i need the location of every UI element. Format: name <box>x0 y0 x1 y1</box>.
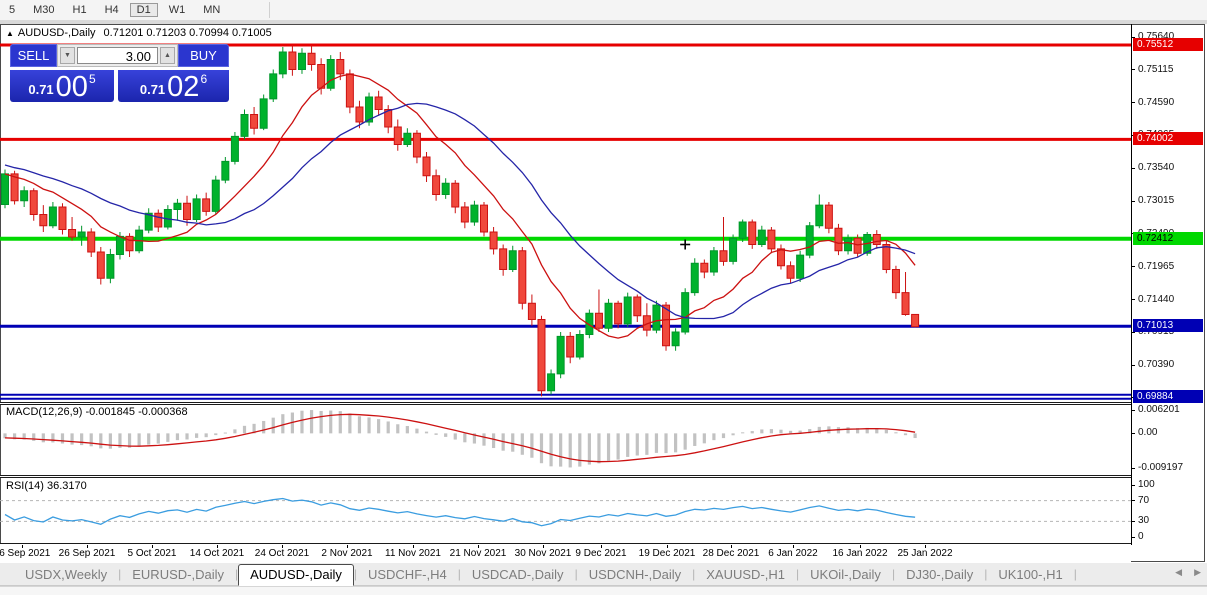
tab-scroll-left-icon[interactable]: ◀ <box>1175 567 1182 578</box>
collapse-arrow-icon[interactable]: ▲ <box>6 29 14 38</box>
rsi-axis-label: 0 <box>1138 531 1144 542</box>
price-tag: 0.74002 <box>1133 132 1203 145</box>
sell-price-prefix: 0.71 <box>28 82 54 97</box>
rsi-axis-label: 30 <box>1138 515 1150 526</box>
date-axis-label: 2 Nov 2021 <box>321 548 373 559</box>
tab-usdxweekly[interactable]: USDX,Weekly <box>14 565 118 585</box>
date-axis-label: 24 Oct 2021 <box>254 548 310 559</box>
tab-dj30daily[interactable]: DJ30-,Daily <box>895 565 984 585</box>
price-axis-tick <box>1131 365 1135 366</box>
price-tag: 0.75512 <box>1133 38 1203 51</box>
macd-axis-label: -0.009197 <box>1138 462 1184 473</box>
buy-price-prefix: 0.71 <box>139 82 166 97</box>
tab-uk100h1[interactable]: UK100-,H1 <box>987 565 1073 585</box>
buy-price-quote[interactable]: 0.71 02 6 <box>118 70 229 102</box>
tab-xauusdh1[interactable]: XAUUSD-,H1 <box>695 565 796 585</box>
price-axis-tick <box>1131 102 1135 103</box>
volume-increase-icon[interactable]: ▲ <box>160 47 175 64</box>
rsi-axis-tick <box>1131 521 1135 522</box>
volume-input[interactable]: 3.00 <box>77 47 158 64</box>
tab-eurusddaily[interactable]: EURUSD-,Daily <box>121 565 235 585</box>
chart-title: ▲ AUDUSD-,Daily 0.71201 0.71203 0.70994 0.… <box>6 27 272 39</box>
date-axis-label: 25 Jan 2022 <box>897 548 953 559</box>
one-click-trade-panel: SELL ▼ 3.00 ▲ BUY 0.71 00 5 0.71 02 6 <box>10 44 229 102</box>
timeframe-toolbar: 5 M30 H1 H4 D1 W1 MN <box>0 0 1207 21</box>
volume-decrease-icon[interactable]: ▼ <box>60 47 75 64</box>
tab-separator: | <box>1073 567 1077 581</box>
macd-axis-tick <box>1131 468 1135 469</box>
macd-axis-label: 0.00 <box>1138 427 1158 438</box>
tab-usdchfh4[interactable]: USDCHF-,H4 <box>357 565 458 585</box>
price-axis-label: 0.75115 <box>1138 64 1174 75</box>
macd-axis-tick <box>1131 410 1135 411</box>
macd-indicator-label: MACD(12,26,9) -0.001845 -0.000368 <box>6 406 188 418</box>
macd-axis-tick <box>1131 433 1135 434</box>
price-axis-tick <box>1131 266 1135 267</box>
date-axis-label: 14 Oct 2021 <box>189 548 245 559</box>
sell-price-big: 00 <box>55 71 88 103</box>
price-axis-tick <box>1131 69 1135 70</box>
price-axis-label: 0.73540 <box>1138 162 1175 173</box>
timeframe-button-h1[interactable]: H1 <box>66 3 94 17</box>
price-axis-tick <box>1131 168 1135 169</box>
date-axis-label: 26 Sep 2021 <box>58 548 116 559</box>
tab-ukoildaily[interactable]: UKOil-,Daily <box>799 565 892 585</box>
price-tag: 0.72412 <box>1133 232 1203 245</box>
price-axis-tick <box>1131 332 1135 333</box>
tab-usdcnhdaily[interactable]: USDCNH-,Daily <box>578 565 692 585</box>
tab-scroll-right-icon[interactable]: ▶ <box>1194 567 1201 578</box>
date-axis-label: 21 Nov 2021 <box>449 548 507 559</box>
rsi-indicator-label: RSI(14) 36.3170 <box>6 480 87 492</box>
chart-tab-bar: USDX,Weekly | EURUSD-,Daily | AUDUSD-,Daily |… <box>0 563 1207 586</box>
macd-axis-label: 0.006201 <box>1138 404 1180 415</box>
date-axis-label: 9 Dec 2021 <box>575 548 627 559</box>
sell-price-quote[interactable]: 0.71 00 5 <box>10 70 114 102</box>
panel-separator <box>0 543 1131 545</box>
date-axis-label: 28 Dec 2021 <box>702 548 760 559</box>
tab-usdcaddaily[interactable]: USDCAD-,Daily <box>461 565 575 585</box>
price-axis-label: 0.71440 <box>1138 294 1175 305</box>
price-axis-tick <box>1131 201 1135 202</box>
timeframe-button-mn[interactable]: MN <box>196 3 227 17</box>
date-axis-label: 11 Nov 2021 <box>385 548 441 559</box>
price-axis-label: 0.71965 <box>1138 261 1175 272</box>
date-axis-label: 6 Jan 2022 <box>768 548 818 559</box>
chart-symbol-label: AUDUSD-,Daily <box>17 27 96 39</box>
chart-ohlc-readout: 0.71201 0.71203 0.70994 0.71005 <box>103 27 272 39</box>
price-axis-label: 0.73015 <box>1138 195 1175 206</box>
buy-price-big: 02 <box>167 71 200 103</box>
volume-spinner: ▼ 3.00 ▲ <box>57 44 178 67</box>
date-axis-label: 16 Sep 2021 <box>0 548 51 559</box>
panel-separator[interactable] <box>0 402 1131 405</box>
date-axis-label: 5 Oct 2021 <box>127 548 177 559</box>
rsi-axis-label: 70 <box>1138 495 1150 506</box>
price-axis-tick <box>1131 299 1135 300</box>
date-axis-label: 16 Jan 2022 <box>832 548 888 559</box>
timeframe-button-d1[interactable]: D1 <box>129 3 158 17</box>
trading-platform-window: 5 M30 H1 H4 D1 W1 MN ▲ AUDUSD-,Daily 0.71201 0.7… <box>0 0 1207 595</box>
timeframe-button-w1[interactable]: W1 <box>162 3 193 17</box>
date-axis-label: 19 Dec 2021 <box>638 548 696 559</box>
tab-audusddaily[interactable]: AUDUSD-,Daily <box>238 563 354 586</box>
timeframe-button-5[interactable]: 5 <box>2 3 22 17</box>
date-axis-label: 30 Nov 2021 <box>514 548 572 559</box>
timeframe-button-m30[interactable]: M30 <box>26 3 61 17</box>
rsi-axis-tick <box>1131 485 1135 486</box>
price-axis-label: 0.74590 <box>1138 97 1175 108</box>
date-axis[interactable]: 16 Sep 2021 26 Sep 2021 5 Oct 2021 14 Oct 2… <box>0 545 1131 562</box>
price-tag: 0.71013 <box>1133 319 1203 332</box>
buy-price-sup: 6 <box>200 72 208 86</box>
rsi-axis-tick <box>1131 537 1135 538</box>
timeframe-button-h4[interactable]: H4 <box>98 3 126 17</box>
buy-button[interactable]: BUY <box>178 44 229 67</box>
sell-price-sup: 5 <box>88 72 96 86</box>
rsi-axis-tick <box>1131 500 1135 501</box>
panel-separator[interactable] <box>0 475 1131 478</box>
price-tag: 0.69884 <box>1133 390 1203 403</box>
rsi-panel-canvas[interactable] <box>0 478 1131 543</box>
status-bar <box>0 586 1207 595</box>
sell-button[interactable]: SELL <box>10 44 57 67</box>
price-axis-label: 0.70390 <box>1138 359 1175 370</box>
rsi-axis-label: 100 <box>1138 479 1155 490</box>
